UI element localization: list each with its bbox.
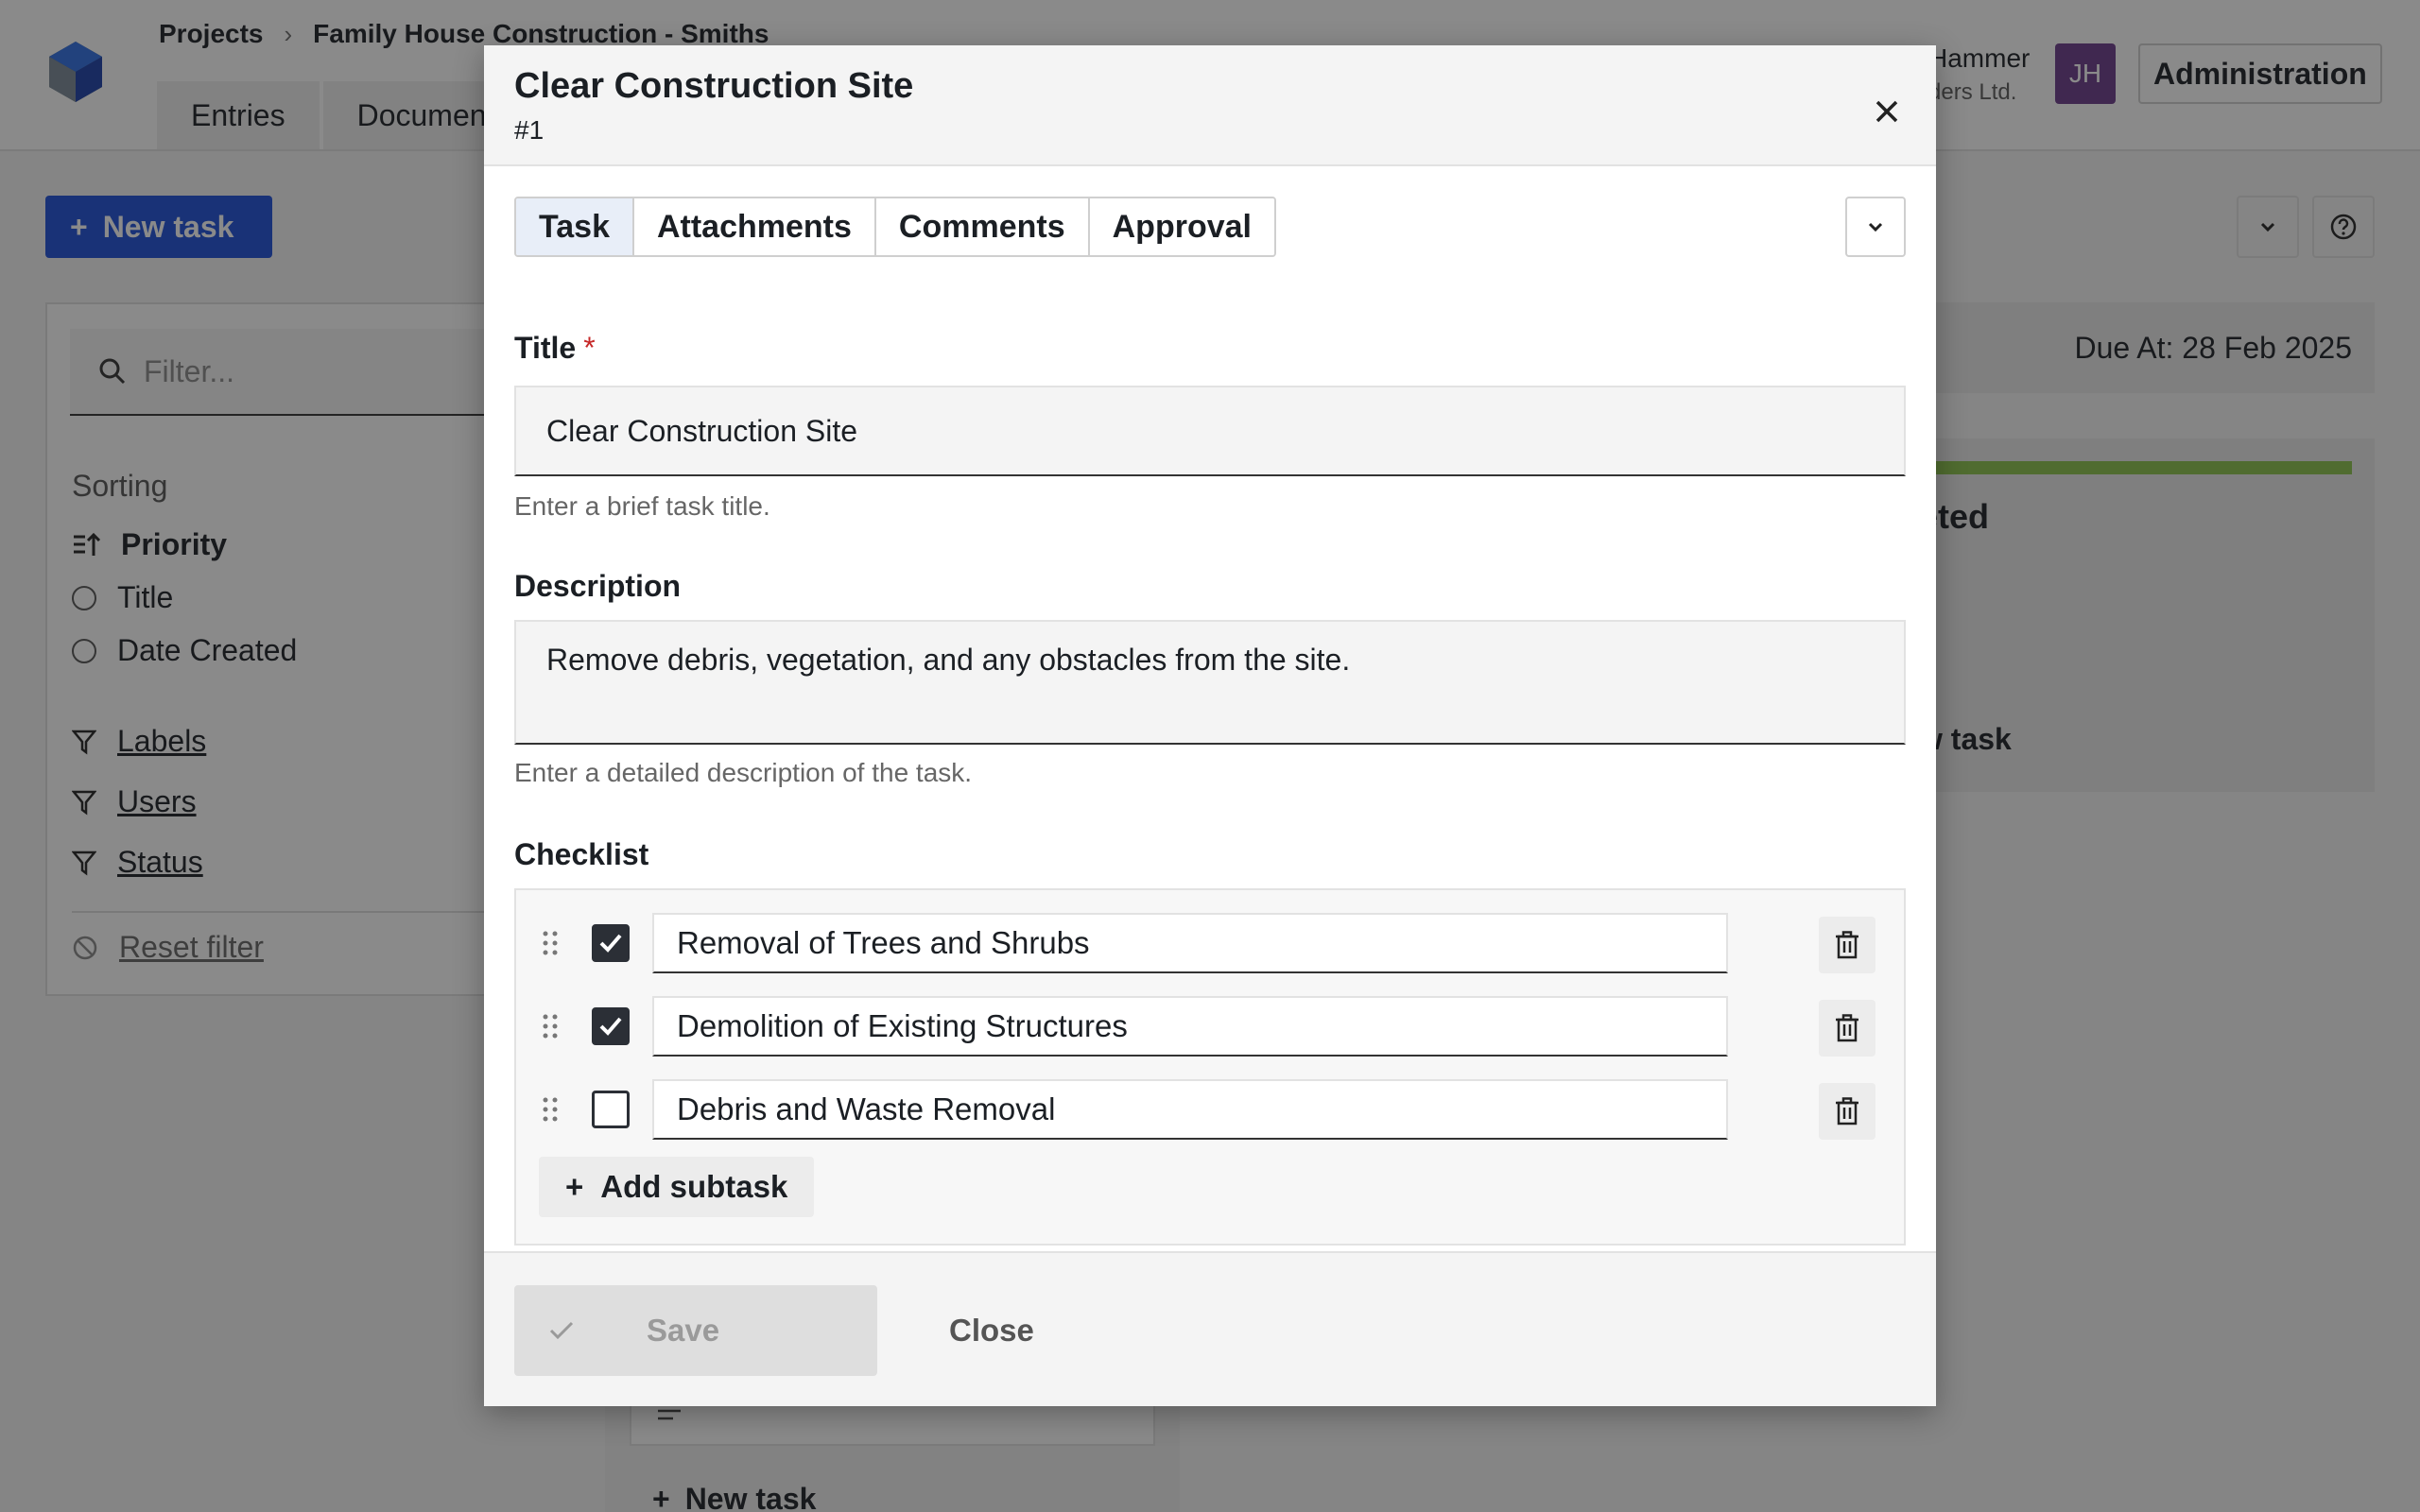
task-id: #1 [514,115,544,145]
tab-comments[interactable]: Comments [875,198,1090,255]
plus-icon: + [565,1169,584,1204]
checklist-item: Debris and Waste Removal [516,1079,1908,1140]
modal-header: Clear Construction Site #1 [484,45,1936,166]
close-button[interactable]: Close [908,1285,1076,1376]
checkmark-icon [599,1017,622,1036]
checkmark-icon [549,1321,574,1340]
tab-attachments[interactable]: Attachments [633,198,876,255]
save-label: Save [647,1313,720,1348]
title-input[interactable]: Clear Construction Site [514,386,1906,476]
checklist-checkbox[interactable] [592,924,630,962]
title-helper: Enter a brief task title. [514,491,770,521]
trash-icon [1836,1097,1858,1125]
more-options-button[interactable] [1845,197,1906,257]
trash-icon [1836,931,1858,959]
close-icon [1876,100,1898,123]
add-subtask-button[interactable]: + Add subtask [539,1157,815,1217]
trash-icon [1836,1014,1858,1042]
delete-item-button[interactable] [1819,1000,1876,1057]
tab-approval[interactable]: Approval [1089,198,1274,255]
chevron-down-icon [1868,222,1883,232]
description-label: Description [514,569,682,603]
title-label: Title * [514,331,596,366]
add-subtask-label: Add subtask [600,1169,788,1204]
checklist-item-input[interactable]: Debris and Waste Removal [652,1079,1728,1140]
modal-close-button[interactable] [1858,83,1915,140]
tab-task[interactable]: Task [516,198,634,255]
modal-footer: Save Close [484,1251,1936,1406]
modal-tabs: Task Attachments Comments Approval [514,197,1276,257]
save-button[interactable]: Save [514,1285,877,1376]
checklist-checkbox[interactable] [592,1091,630,1128]
description-helper: Enter a detailed description of the task… [514,758,973,787]
required-mark: * [583,331,596,365]
drag-handle-icon[interactable] [539,1011,562,1041]
modal-title: Clear Construction Site [514,66,914,106]
description-textarea[interactable]: Remove debris, vegetation, and any obsta… [514,620,1906,745]
checklist-checkbox[interactable] [592,1007,630,1045]
delete-item-button[interactable] [1819,1083,1876,1140]
drag-handle-icon[interactable] [539,1094,562,1125]
checklist-item-input[interactable]: Demolition of Existing Structures [652,996,1728,1057]
checklist-label: Checklist [514,837,649,871]
checklist: Removal of Trees and Shrubs Demolition o… [514,888,1906,1246]
title-label-text: Title [514,331,577,365]
checklist-item-input[interactable]: Removal of Trees and Shrubs [652,913,1728,973]
drag-handle-icon[interactable] [539,928,562,958]
task-modal: Clear Construction Site #1 Task Attachme… [484,45,1936,1406]
checklist-item: Removal of Trees and Shrubs [516,913,1908,973]
checkmark-icon [599,934,622,953]
delete-item-button[interactable] [1819,917,1876,973]
checklist-item: Demolition of Existing Structures [516,996,1908,1057]
